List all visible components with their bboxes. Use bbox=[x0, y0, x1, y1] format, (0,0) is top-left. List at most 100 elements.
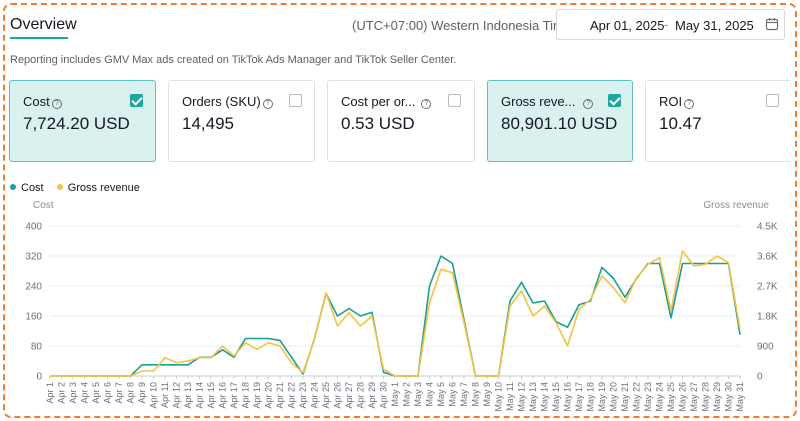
x-tick-label: May 3 bbox=[413, 382, 423, 407]
x-tick-label: Apr 5 bbox=[91, 382, 101, 404]
x-tick-label: May 1 bbox=[390, 382, 400, 407]
x-tick-label: Apr 18 bbox=[241, 382, 251, 409]
metric-card-cost[interactable]: Cost? 7,724.20 USD bbox=[9, 80, 156, 162]
x-tick-label: Apr 17 bbox=[229, 382, 239, 409]
metric-card-roi[interactable]: ROI? 10.47 bbox=[645, 80, 790, 162]
x-tick-label: Apr 20 bbox=[264, 382, 274, 409]
x-tick-label: May 9 bbox=[482, 382, 492, 407]
date-start[interactable]: Apr 01, 2025 bbox=[590, 18, 664, 33]
x-tick-label: May 18 bbox=[586, 382, 596, 412]
y-tick-label-right: 4.5K bbox=[757, 222, 778, 233]
x-tick-label: Apr 22 bbox=[287, 382, 297, 409]
x-tick-label: May 16 bbox=[563, 382, 573, 412]
x-tick-label: Apr 27 bbox=[344, 382, 354, 409]
help-icon[interactable]: ? bbox=[51, 99, 62, 109]
x-tick-label: May 23 bbox=[643, 382, 653, 412]
x-tick-label: May 31 bbox=[735, 382, 745, 412]
x-tick-label: Apr 29 bbox=[367, 382, 377, 409]
x-tick-label: May 2 bbox=[402, 382, 412, 407]
x-tick-label: May 12 bbox=[517, 382, 527, 412]
reporting-note: Reporting includes GMV Max ads created o… bbox=[10, 54, 457, 66]
x-tick-label: May 4 bbox=[425, 382, 435, 407]
y-tick-label-left: 240 bbox=[25, 282, 42, 293]
x-tick-label: May 22 bbox=[632, 382, 642, 412]
metric-label: Orders (SKU) bbox=[182, 94, 261, 109]
tab-active-indicator bbox=[10, 37, 68, 39]
x-tick-label: May 21 bbox=[620, 382, 630, 412]
metric-value: 10.47 bbox=[659, 114, 702, 133]
x-tick-label: May 28 bbox=[701, 382, 711, 412]
y-tick-label-left: 400 bbox=[25, 222, 42, 233]
x-tick-label: Apr 15 bbox=[206, 382, 216, 409]
y-tick-label-left: 160 bbox=[25, 312, 42, 323]
y-tick-label-right: 0 bbox=[757, 372, 763, 383]
y-tick-label-left: 320 bbox=[25, 252, 42, 263]
x-tick-label: Apr 2 bbox=[57, 382, 67, 404]
metric-value: 0.53 USD bbox=[341, 114, 415, 133]
metric-card-cost-per-order[interactable]: Cost per or...? 0.53 USD bbox=[327, 80, 475, 162]
tab-overview[interactable]: Overview bbox=[10, 16, 77, 34]
help-icon[interactable]: ? bbox=[684, 99, 695, 109]
x-tick-label: May 27 bbox=[689, 382, 699, 412]
x-tick-label: May 26 bbox=[678, 382, 688, 412]
metric-label: Gross reve... bbox=[501, 94, 576, 109]
x-tick-label: Apr 8 bbox=[126, 382, 136, 404]
x-tick-label: May 6 bbox=[448, 382, 458, 407]
metric-card-orders[interactable]: Orders (SKU)? 14,495 bbox=[168, 80, 315, 162]
x-tick-label: May 10 bbox=[494, 382, 504, 412]
metric-label: Cost per or... bbox=[341, 94, 416, 109]
x-tick-label: May 24 bbox=[655, 382, 665, 412]
x-tick-label: Apr 13 bbox=[183, 382, 193, 409]
x-tick-label: Apr 26 bbox=[333, 382, 343, 409]
help-icon[interactable]: ? bbox=[262, 99, 273, 109]
y-tick-label-right: 2.7K bbox=[757, 282, 778, 293]
metric-checkbox[interactable] bbox=[448, 94, 461, 107]
x-tick-label: May 30 bbox=[724, 382, 734, 412]
y-tick-label-left: 80 bbox=[31, 342, 43, 353]
help-icon[interactable]: ? bbox=[421, 99, 432, 109]
x-tick-label: May 14 bbox=[540, 382, 550, 412]
x-tick-label: May 8 bbox=[471, 382, 481, 407]
x-tick-label: May 7 bbox=[459, 382, 469, 407]
metric-value: 80,901.10 USD bbox=[501, 114, 618, 133]
x-tick-label: Apr 30 bbox=[379, 382, 389, 409]
x-tick-label: Apr 4 bbox=[80, 382, 90, 404]
series-line-gross-revenue bbox=[50, 250, 741, 377]
date-range-picker[interactable]: Apr 01, 2025 - May 31, 2025 bbox=[556, 9, 785, 40]
y-tick-label-right: 1.8K bbox=[757, 312, 778, 323]
date-end[interactable]: May 31, 2025 bbox=[675, 18, 754, 33]
metric-label: Cost bbox=[23, 94, 50, 109]
x-tick-label: May 13 bbox=[528, 382, 538, 412]
y-axis-title-left: Cost bbox=[33, 200, 54, 211]
x-tick-label: May 19 bbox=[597, 382, 607, 412]
x-tick-label: Apr 3 bbox=[68, 382, 78, 404]
y-tick-label-right: 3.6K bbox=[757, 252, 778, 263]
metric-checkbox[interactable] bbox=[766, 94, 779, 107]
x-tick-label: Apr 23 bbox=[298, 382, 308, 409]
metric-checkbox[interactable] bbox=[289, 94, 302, 107]
y-axis-title-right: Gross revenue bbox=[703, 200, 769, 211]
x-tick-label: Apr 10 bbox=[149, 382, 159, 409]
metric-value: 7,724.20 USD bbox=[23, 114, 130, 133]
x-tick-label: May 15 bbox=[551, 382, 561, 412]
metric-checkbox[interactable] bbox=[608, 94, 621, 107]
x-tick-label: Apr 7 bbox=[114, 382, 124, 404]
x-tick-label: Apr 19 bbox=[252, 382, 262, 409]
y-tick-label-left: 0 bbox=[36, 372, 42, 383]
x-tick-label: May 11 bbox=[505, 382, 515, 411]
x-tick-label: Apr 9 bbox=[137, 382, 147, 404]
x-tick-label: Apr 24 bbox=[310, 382, 320, 409]
x-tick-label: May 17 bbox=[574, 382, 584, 412]
metric-card-gross-revenue[interactable]: Gross reve...? 80,901.10 USD bbox=[487, 80, 633, 162]
metric-checkbox[interactable] bbox=[130, 94, 143, 107]
x-tick-label: Apr 11 bbox=[160, 382, 170, 408]
calendar-icon[interactable] bbox=[765, 17, 779, 31]
x-tick-label: May 20 bbox=[609, 382, 619, 412]
x-tick-label: May 25 bbox=[666, 382, 676, 412]
help-icon[interactable]: ? bbox=[583, 99, 594, 109]
x-tick-label: Apr 21 bbox=[275, 382, 285, 409]
x-tick-label: May 29 bbox=[712, 382, 722, 412]
x-tick-label: Apr 28 bbox=[356, 382, 366, 409]
x-tick-label: Apr 14 bbox=[195, 382, 205, 409]
metric-label: ROI bbox=[659, 94, 683, 109]
